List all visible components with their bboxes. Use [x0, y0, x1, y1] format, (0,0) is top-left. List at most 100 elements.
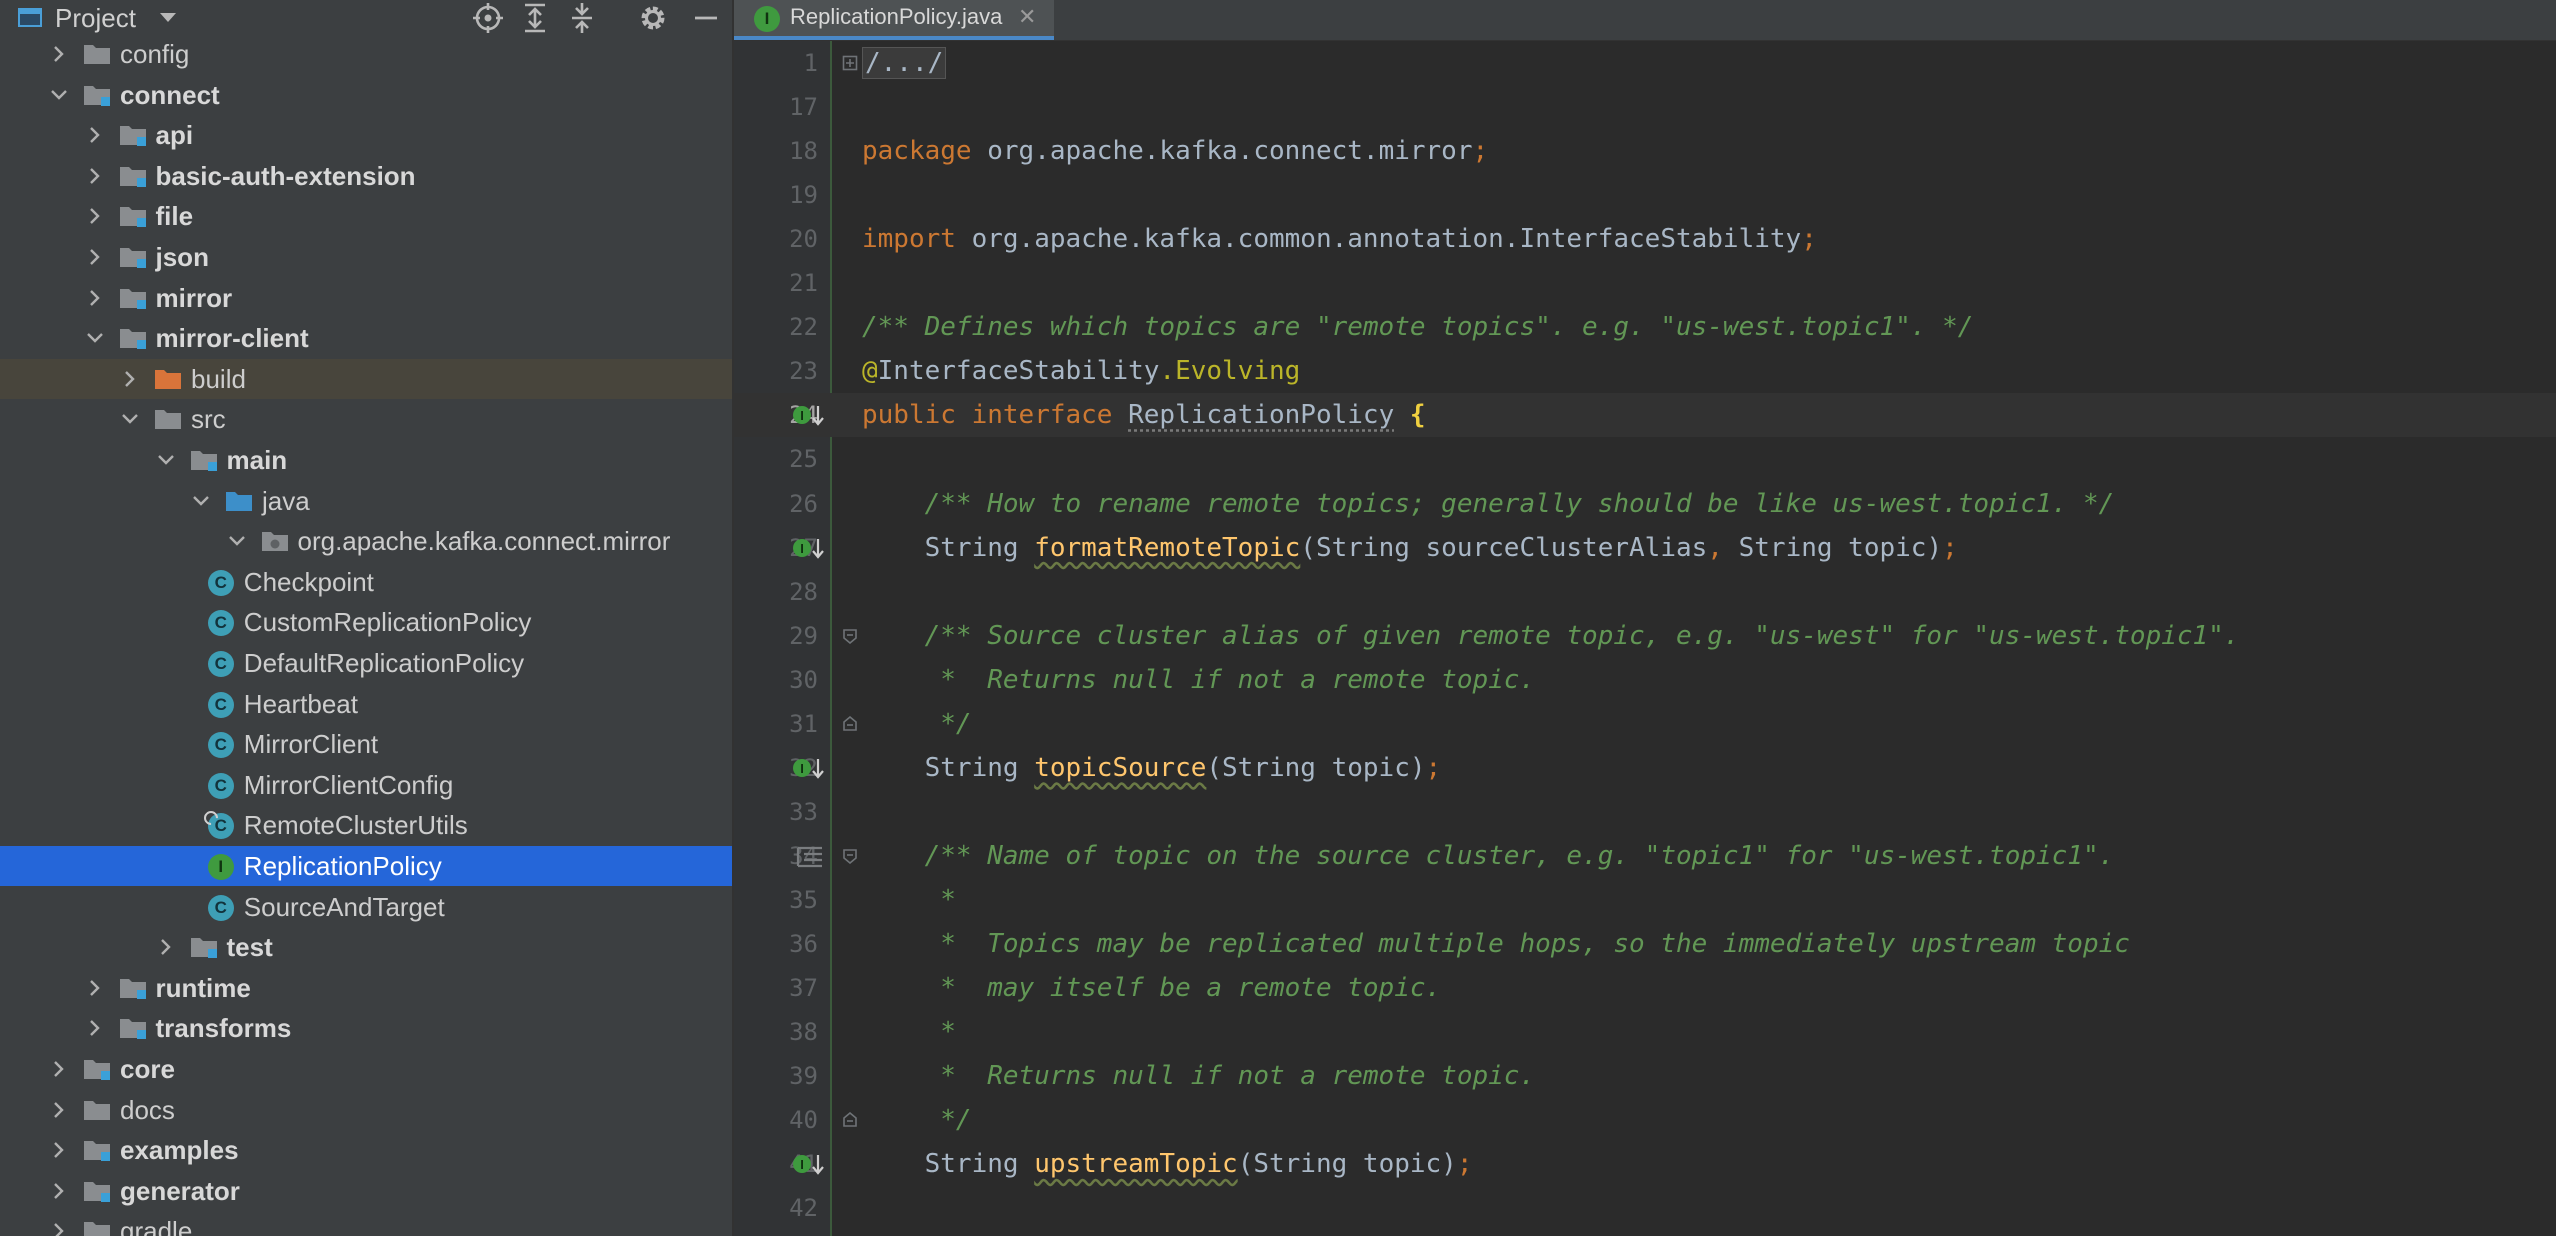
fold-start-icon[interactable] — [842, 628, 858, 644]
tab-replication-policy[interactable]: I ReplicationPolicy.java ✕ — [734, 0, 1054, 40]
chevron-right-icon[interactable] — [119, 359, 141, 399]
chevron-right-icon[interactable] — [48, 1211, 70, 1236]
project-panel-title[interactable]: Project — [55, 2, 136, 34]
rendered-doc-toggle-icon[interactable] — [792, 844, 828, 870]
tree-row[interactable]: gradle — [0, 1211, 732, 1236]
expand-all-icon[interactable] — [517, 0, 553, 36]
code-line[interactable]: 42 — [734, 1186, 2556, 1230]
code-line[interactable]: 33 — [734, 790, 2556, 834]
chevron-right-icon[interactable] — [48, 1130, 70, 1170]
tree-row[interactable]: C DefaultReplicationPolicy — [0, 643, 732, 683]
implemented-marker-icon[interactable]: I — [792, 403, 828, 429]
line-number[interactable]: 19 — [734, 173, 818, 217]
code-line[interactable]: 21 — [734, 261, 2556, 305]
line-number[interactable]: 40 — [734, 1098, 818, 1142]
implemented-marker-icon[interactable]: I — [792, 756, 828, 782]
chevron-right-icon[interactable] — [48, 1090, 70, 1130]
tree-row[interactable]: C SourceAndTarget — [0, 887, 732, 927]
code-line[interactable]: 40 */ — [734, 1098, 2556, 1142]
line-number[interactable]: 25 — [734, 437, 818, 481]
chevron-down-icon[interactable] — [119, 399, 141, 439]
line-number[interactable]: 39 — [734, 1054, 818, 1098]
tree-row[interactable]: test — [0, 927, 732, 967]
chevron-right-icon[interactable] — [48, 34, 70, 74]
chevron-down-icon[interactable] — [226, 521, 248, 561]
code-line[interactable]: 41I String upstreamTopic(String topic); — [734, 1142, 2556, 1186]
implemented-marker-icon[interactable]: I — [792, 536, 828, 562]
line-number[interactable]: 37 — [734, 966, 818, 1010]
code-line[interactable]: 24Ipublic interface ReplicationPolicy { — [734, 393, 2556, 438]
code-line[interactable]: 27I String formatRemoteTopic(String sour… — [734, 526, 2556, 570]
code-line[interactable]: 31 */ — [734, 702, 2556, 746]
chevron-down-icon[interactable] — [190, 481, 212, 521]
chevron-right-icon[interactable] — [84, 1008, 106, 1048]
code-line[interactable]: 25 — [734, 437, 2556, 481]
gear-icon[interactable] — [635, 0, 671, 36]
tree-row[interactable]: docs — [0, 1090, 732, 1130]
code-line[interactable]: 19 — [734, 173, 2556, 217]
code-line[interactable]: 37 * may itself be a remote topic. — [734, 966, 2556, 1010]
code-line[interactable]: 30 * Returns null if not a remote topic. — [734, 658, 2556, 702]
chevron-down-icon[interactable] — [84, 318, 106, 358]
line-number[interactable]: 26 — [734, 482, 818, 526]
implemented-marker-icon[interactable]: I — [792, 1152, 828, 1178]
line-number[interactable]: 31 — [734, 702, 818, 746]
code-editor[interactable]: 1 /.../ 17 18 package org.apache.kafka.conne… — [734, 41, 2556, 1236]
close-icon[interactable]: ✕ — [1018, 4, 1040, 30]
code-line[interactable]: 38 * — [734, 1010, 2556, 1054]
code-line[interactable]: 1 /.../ — [734, 41, 2556, 85]
code-line[interactable]: 18 package org.apache.kafka.connect.mirro… — [734, 129, 2556, 173]
tree-row[interactable]: C RemoteClusterUtils — [0, 805, 732, 845]
chevron-right-icon[interactable] — [84, 196, 106, 236]
chevron-down-icon[interactable] — [155, 440, 177, 480]
line-number[interactable]: 35 — [734, 878, 818, 922]
tree-row[interactable]: api — [0, 115, 732, 155]
chevron-down-icon[interactable] — [48, 75, 70, 115]
locate-icon[interactable] — [470, 0, 506, 36]
line-number[interactable]: 22 — [734, 305, 818, 349]
code-line[interactable]: 32I String topicSource(String topic); — [734, 746, 2556, 790]
chevron-right-icon[interactable] — [84, 278, 106, 318]
minimize-icon[interactable] — [688, 0, 724, 36]
tree-row[interactable]: C MirrorClient — [0, 724, 732, 764]
chevron-right-icon[interactable] — [84, 237, 106, 277]
code-line[interactable]: 35 * — [734, 878, 2556, 922]
tree-row[interactable]: json — [0, 237, 732, 277]
tree-row[interactable]: C CustomReplicationPolicy — [0, 602, 732, 642]
code-line[interactable]: 22 /** Defines which topics are "remote t… — [734, 305, 2556, 349]
tree-row[interactable]: runtime — [0, 968, 732, 1008]
tree-row[interactable]: mirror-client — [0, 318, 732, 358]
tree-row[interactable]: mirror — [0, 278, 732, 318]
line-number[interactable]: 36 — [734, 922, 818, 966]
tree-row[interactable]: generator — [0, 1171, 732, 1211]
chevron-right-icon[interactable] — [84, 968, 106, 1008]
chevron-down-icon[interactable] — [160, 13, 176, 22]
line-number[interactable]: 17 — [734, 85, 818, 129]
line-number[interactable]: 23 — [734, 349, 818, 393]
chevron-right-icon[interactable] — [48, 1171, 70, 1211]
line-number[interactable]: 29 — [734, 614, 818, 658]
chevron-right-icon[interactable] — [48, 1049, 70, 1089]
tree-row[interactable]: file — [0, 196, 732, 236]
code-line[interactable]: 26 /** How to rename remote topics; gene… — [734, 482, 2556, 526]
line-number[interactable]: 20 — [734, 217, 818, 261]
tree-row[interactable]: C Heartbeat — [0, 684, 732, 724]
fold-expand-icon[interactable] — [842, 55, 858, 71]
code-line[interactable]: 34 /** Name of topic on the source clust… — [734, 834, 2556, 878]
line-number[interactable]: 38 — [734, 1010, 818, 1054]
line-number[interactable]: 42 — [734, 1186, 818, 1230]
tree-row[interactable]: java — [0, 481, 732, 521]
code-line[interactable]: 20 import org.apache.kafka.common.annotat… — [734, 217, 2556, 261]
chevron-right-icon[interactable] — [84, 115, 106, 155]
tree-row[interactable]: C Checkpoint — [0, 562, 732, 602]
code-line[interactable]: 28 — [734, 570, 2556, 614]
tree-row[interactable]: main — [0, 440, 732, 480]
tree-row[interactable]: connect — [0, 75, 732, 115]
code-line[interactable]: 17 — [734, 85, 2556, 129]
code-line[interactable]: 36 * Topics may be replicated multiple h… — [734, 922, 2556, 966]
chevron-right-icon[interactable] — [155, 927, 177, 967]
line-number[interactable]: 1 — [734, 41, 818, 85]
code-line[interactable]: 29 /** Source cluster alias of given rem… — [734, 614, 2556, 658]
tree-row[interactable]: transforms — [0, 1008, 732, 1048]
line-number[interactable]: 33 — [734, 790, 818, 834]
